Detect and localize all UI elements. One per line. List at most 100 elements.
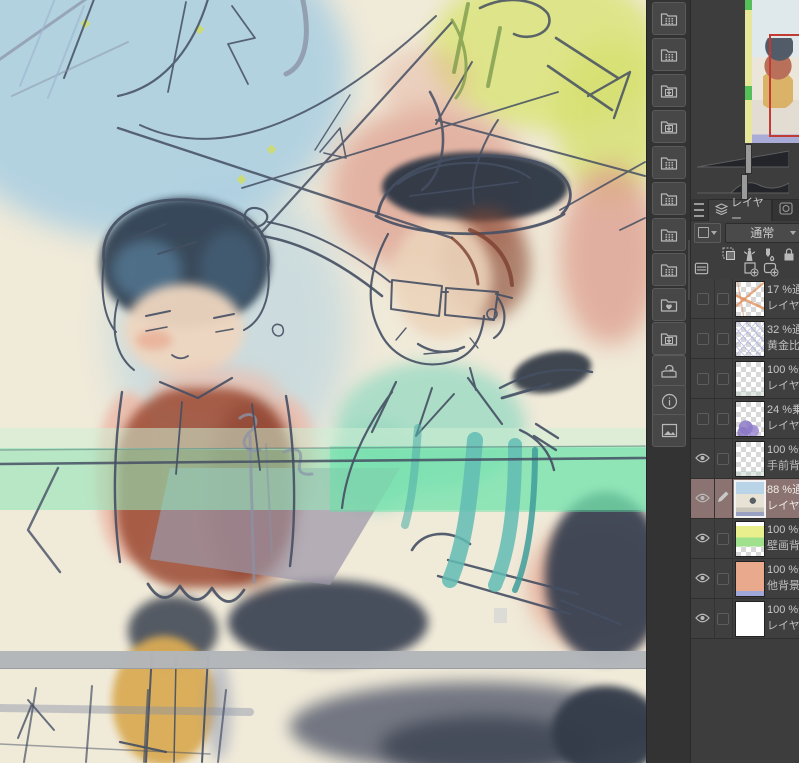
zoom-slider-handle[interactable] [745,144,752,174]
layer-opacity-blend: 100 %通 [767,564,799,576]
layer-row[interactable]: 17 %通レイヤ2 [691,279,799,319]
blend-mode-row: 通常 [691,221,799,244]
layer-checkbox[interactable] [717,412,729,425]
clip-to-layer-icon[interactable] [721,246,737,262]
navigator-view-rect[interactable] [769,34,799,137]
new-folder-icon[interactable] [763,261,779,277]
folder-grid-icon[interactable] [652,2,686,35]
visibility-eye-icon[interactable] [695,570,710,588]
editing-cell[interactable] [714,279,733,318]
visibility-cell[interactable] [691,439,715,478]
layer-checkbox[interactable] [717,332,729,345]
layer-thumbnail[interactable] [735,441,765,477]
layer-row[interactable]: 100 %通壁画背 [691,519,799,559]
folder-grid-icon[interactable] [652,182,686,215]
layer-row[interactable]: 100 %通手前背 [691,439,799,479]
visibility-cell[interactable] [691,519,715,558]
visibility-cell[interactable] [691,559,715,598]
visibility-checkbox[interactable] [696,412,709,425]
visibility-checkbox[interactable] [696,372,709,385]
folder-grid-icon[interactable] [652,218,686,251]
layer-row[interactable]: 100 %通レイヤー [691,359,799,399]
layer-thumbnail[interactable] [735,361,765,397]
layer-checkbox[interactable] [717,532,729,545]
layer-opacity-blend: 100 %通 [767,364,799,376]
layer-checkbox[interactable] [717,572,729,585]
picture-icon[interactable] [652,414,686,447]
tab-layers[interactable]: レイヤー [708,197,772,225]
visibility-eye-icon[interactable] [695,530,710,548]
layers-stack-icon [714,202,729,218]
folder-download-icon[interactable] [652,322,686,355]
layer-row[interactable]: 88 %通レイヤー [691,479,799,519]
tray-icon[interactable] [652,355,686,388]
folder-grid-icon[interactable] [652,253,686,286]
layer-list: 17 %通レイヤ232 %通黄金比100 %通レイヤー24 %乗レイヤー100 … [691,279,799,639]
layer-thumbnail[interactable] [734,480,766,518]
layer-row[interactable]: 24 %乗レイヤー [691,399,799,439]
layer-thumbnail[interactable] [735,401,765,437]
layer-commands-row2-right [743,261,779,277]
reference-layer-icon[interactable] [741,246,757,262]
layer-thumbnail[interactable] [735,321,765,357]
visibility-cell[interactable] [691,599,715,638]
layer-name: レイヤー [767,620,799,632]
editing-cell[interactable] [714,439,733,478]
thumbnail-strip [745,0,752,143]
navigator-thumbnail[interactable] [745,0,799,143]
layer-opacity-blend: 100 %通 [767,444,799,456]
layer-name: レイヤ2 [767,300,799,312]
zoom-slider[interactable]: 1 [697,144,793,174]
editing-cell[interactable] [714,479,733,518]
layer-checkbox[interactable] [717,292,729,305]
layer-checkbox[interactable] [717,612,729,625]
new-layer-icon[interactable] [743,261,759,277]
drawing-canvas[interactable] [0,0,646,763]
property-circle-icon [779,202,793,218]
layer-thumbnail[interactable] [735,601,765,637]
visibility-cell[interactable] [691,319,715,358]
visibility-cell[interactable] [691,279,715,318]
visibility-eye-icon[interactable] [695,490,710,508]
layer-name: 黄金比 [767,340,799,352]
visibility-cell[interactable] [691,399,715,438]
editing-cell[interactable] [714,319,733,358]
lock-layer-icon[interactable] [781,246,797,262]
palette-view-icon[interactable] [694,260,710,276]
editing-cell[interactable] [714,599,733,638]
blend-mode-select[interactable]: 通常 [724,222,799,243]
layer-thumbnail[interactable] [735,521,765,557]
layer-checkbox[interactable] [717,372,729,385]
editing-pencil-icon [717,490,730,508]
layer-commands-row1 [721,246,799,262]
folder-download-icon[interactable] [652,74,686,107]
visibility-eye-icon[interactable] [695,610,710,628]
folder-heart-icon[interactable] [652,288,686,321]
visibility-cell[interactable] [691,359,715,398]
folder-grid-icon[interactable] [652,38,686,71]
layer-name: 他背景 [767,580,799,592]
sketch-lines [0,0,646,763]
editing-cell[interactable] [714,519,733,558]
layer-checkbox[interactable] [717,452,729,465]
layer-thumbnail[interactable] [735,561,765,597]
visibility-checkbox[interactable] [696,292,709,305]
tab-property[interactable] [772,198,799,221]
layer-effect-button[interactable] [694,222,721,243]
layer-row[interactable]: 100 %通他背景 [691,559,799,599]
editing-cell[interactable] [714,559,733,598]
folder-download-icon[interactable] [652,110,686,143]
draft-layer-icon[interactable] [761,246,777,262]
layer-row[interactable]: 32 %通 黄金比 [691,319,799,359]
editing-cell[interactable] [714,399,733,438]
layer-row[interactable]: 100 %通レイヤー [691,599,799,639]
editing-cell[interactable] [714,359,733,398]
visibility-eye-icon[interactable] [695,450,710,468]
panel-menu-icon[interactable] [694,202,705,217]
palette-tab-bar: レイヤー [691,197,799,225]
folder-grid-icon[interactable] [652,146,686,179]
layer-thumbnail[interactable] [735,281,765,317]
visibility-checkbox[interactable] [696,332,709,345]
layer-name: レイヤー [767,500,799,512]
visibility-cell[interactable] [691,479,715,518]
